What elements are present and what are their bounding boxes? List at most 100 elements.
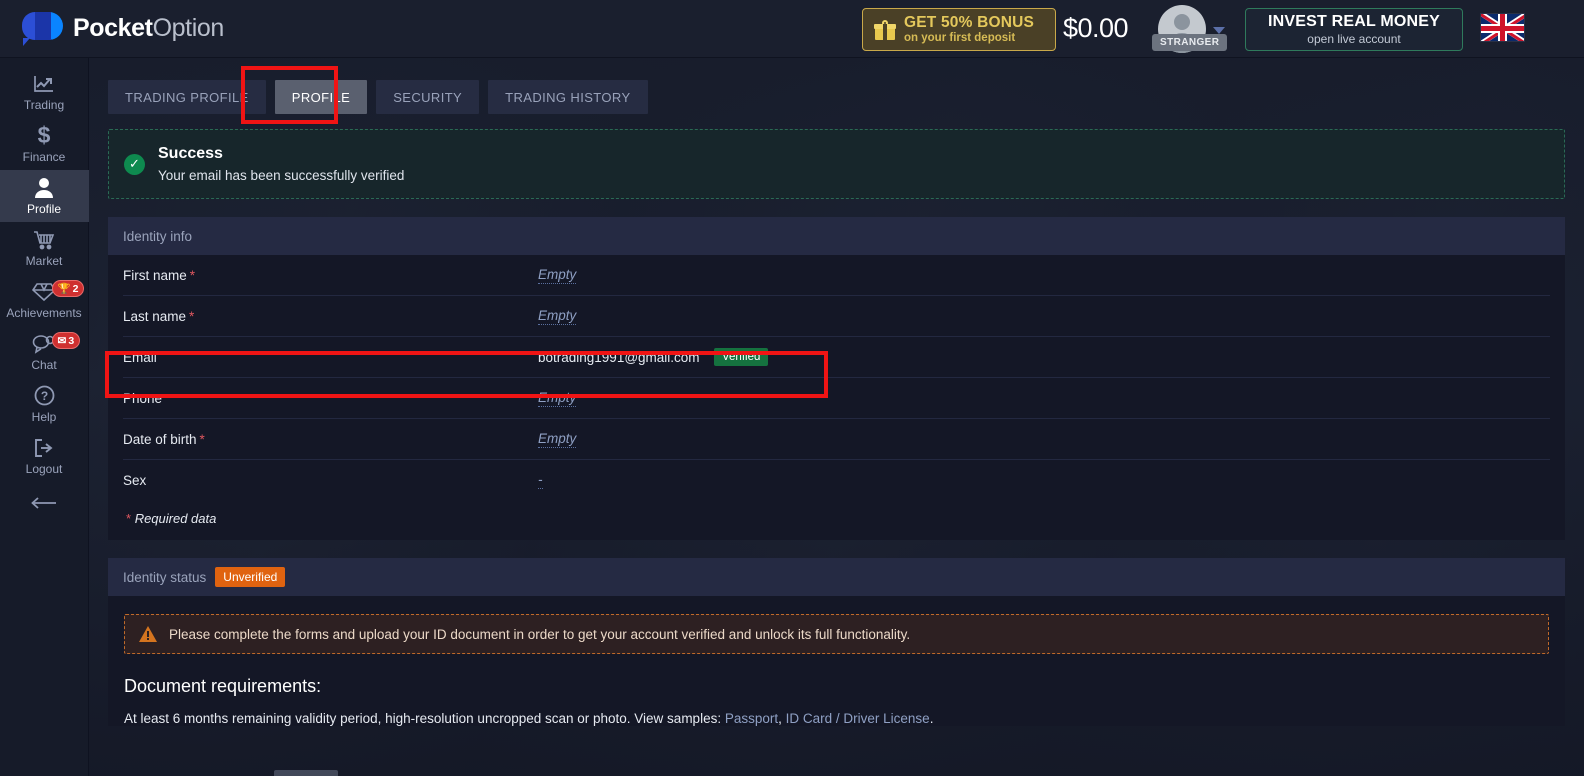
- uk-flag-icon[interactable]: [1480, 13, 1525, 42]
- identity-info-body: First name * Empty Last name * Empty Email…: [108, 255, 1565, 540]
- row-value: botrading1991@gmail.com: [538, 349, 700, 365]
- svg-text:?: ?: [40, 389, 47, 403]
- arrow-left-icon: [31, 496, 57, 515]
- tab-trading-profile[interactable]: TRADING PROFILE: [108, 80, 266, 114]
- user-menu[interactable]: STRANGER: [1152, 5, 1228, 55]
- question-icon: ?: [34, 385, 55, 407]
- passport-sample-link[interactable]: Passport: [725, 711, 778, 726]
- row-value[interactable]: Empty: [538, 390, 577, 407]
- invest-real-money-button[interactable]: INVEST REAL MONEY open live account: [1245, 8, 1463, 51]
- chat-badge: ✉ 3: [51, 332, 81, 349]
- success-message: Your email has been successfully verifie…: [158, 168, 405, 183]
- row-value[interactable]: Empty: [538, 431, 577, 448]
- sidebar-label: Finance: [22, 149, 66, 164]
- warning-triangle-icon: [139, 626, 157, 642]
- row-value[interactable]: -: [538, 472, 543, 489]
- doc-desc-separator: ,: [778, 711, 786, 726]
- invest-title: INVEST REAL MONEY: [1267, 13, 1441, 30]
- bonus-title: GET 50% BONUS: [904, 13, 1035, 31]
- invest-subtitle: open live account: [1307, 32, 1401, 46]
- row-first-name[interactable]: First name * Empty: [123, 255, 1550, 296]
- content-column: TRADING PROFILE PROFILE SECURITY TRADING…: [89, 58, 1584, 726]
- row-date-of-birth[interactable]: Date of birth * Empty: [123, 419, 1550, 460]
- sidebar-item-logout[interactable]: Logout: [0, 430, 89, 482]
- envelope-icon: ✉: [57, 334, 67, 347]
- profile-tabs: TRADING PROFILE PROFILE SECURITY TRADING…: [89, 58, 1584, 114]
- required-asterisk: *: [189, 308, 195, 324]
- doc-desc-prefix: At least 6 months remaining validity per…: [124, 711, 725, 726]
- identity-info-heading: Identity info: [108, 217, 1565, 255]
- row-email[interactable]: Email botrading1991@gmail.com Verified: [123, 337, 1550, 378]
- badge-count: 3: [68, 334, 75, 347]
- achievements-badge: 🏆 2: [51, 280, 85, 297]
- status-badge-verified: Verified: [714, 347, 769, 366]
- chart-line-icon: [33, 73, 55, 95]
- required-data-label: Required data: [134, 511, 217, 526]
- row-label: First name *: [123, 267, 196, 283]
- sidebar-label: Profile: [26, 201, 61, 216]
- tab-label: SECURITY: [393, 89, 463, 105]
- brand-name: PocketOption: [73, 14, 224, 43]
- row-label: Sex: [123, 473, 147, 488]
- dollar-icon: $: [37, 122, 51, 148]
- left-sidebar: Trading $ Finance Profile Market 🏆 2 Ach…: [0, 58, 89, 776]
- sidebar-label: Achievements: [6, 305, 82, 320]
- document-requirements-text: At least 6 months remaining validity per…: [124, 711, 1549, 726]
- brand-name-light: Option: [152, 14, 225, 42]
- required-asterisk: *: [199, 431, 205, 447]
- success-banner: ✓ Success Your email has been successful…: [108, 129, 1565, 199]
- app-root: PocketOption GET 50% BONUS on your first…: [0, 0, 1584, 776]
- sidebar-item-achievements[interactable]: 🏆 2 Achievements: [0, 274, 89, 326]
- brand-logo[interactable]: PocketOption: [22, 11, 224, 46]
- bonus-subtitle: on your first deposit: [904, 31, 1016, 44]
- sidebar-item-trading[interactable]: Trading: [0, 66, 89, 118]
- row-value[interactable]: Empty: [538, 267, 577, 284]
- id-card-sample-link[interactable]: ID Card / Driver License: [786, 711, 930, 726]
- top-header: PocketOption GET 50% BONUS on your first…: [0, 0, 1584, 58]
- sidebar-item-profile[interactable]: Profile: [0, 170, 89, 222]
- success-title: Success: [158, 145, 223, 162]
- check-circle-icon: ✓: [124, 153, 145, 175]
- row-value-group: botrading1991@gmail.com Verified: [538, 347, 769, 367]
- pocket-option-logo-icon: [22, 11, 63, 46]
- sidebar-item-market[interactable]: Market: [0, 222, 89, 274]
- sidebar-item-finance[interactable]: $ Finance: [0, 118, 89, 170]
- sidebar-collapse-button[interactable]: [0, 482, 89, 528]
- sidebar-label: Logout: [25, 461, 63, 476]
- status-badge-unverified: Unverified: [215, 567, 286, 587]
- logout-icon: [33, 437, 55, 459]
- tab-profile[interactable]: PROFILE: [274, 80, 368, 114]
- sidebar-label: Trading: [23, 97, 65, 112]
- gift-icon: [874, 19, 896, 40]
- tab-security[interactable]: SECURITY: [376, 80, 480, 114]
- sidebar-label: Market: [25, 253, 63, 268]
- brand-name-bold: Pocket: [73, 14, 153, 42]
- required-data-note: * Required data: [123, 501, 1550, 540]
- tab-label: TRADING HISTORY: [505, 89, 631, 105]
- identity-status-card: Identity status Unverified Please comple…: [108, 558, 1565, 726]
- warning-text: Please complete the forms and upload you…: [169, 626, 911, 642]
- badge-count: 2: [72, 282, 79, 295]
- row-sex[interactable]: Sex -: [123, 460, 1550, 501]
- row-label: Email: [123, 349, 157, 365]
- row-label: Last name *: [123, 308, 195, 324]
- sidebar-item-help[interactable]: ? Help: [0, 378, 89, 430]
- row-phone[interactable]: Phone Empty: [123, 378, 1550, 419]
- identity-status-heading: Identity status: [123, 569, 207, 585]
- user-icon: [34, 177, 54, 199]
- doc-desc-suffix: .: [929, 711, 934, 726]
- get-bonus-button[interactable]: GET 50% BONUS on your first deposit: [862, 8, 1056, 51]
- tab-trading-history[interactable]: TRADING HISTORY: [488, 80, 648, 114]
- sidebar-item-chat[interactable]: ✉ 3 Chat: [0, 326, 89, 378]
- chevron-down-icon[interactable]: [1213, 27, 1225, 34]
- sidebar-label: Help: [31, 409, 57, 424]
- identity-info-card: Identity info First name * Empty Last nam…: [108, 217, 1565, 540]
- row-value[interactable]: Empty: [538, 308, 577, 325]
- tab-label: TRADING PROFILE: [125, 89, 249, 105]
- identity-status-heading-row: Identity status Unverified: [108, 558, 1565, 596]
- document-requirements-title: Document requirements:: [124, 676, 322, 696]
- bottom-partial-button[interactable]: [274, 770, 338, 776]
- row-label: Date of birth *: [123, 431, 205, 447]
- row-last-name[interactable]: Last name * Empty: [123, 296, 1550, 337]
- username-chip: STRANGER: [1152, 34, 1228, 51]
